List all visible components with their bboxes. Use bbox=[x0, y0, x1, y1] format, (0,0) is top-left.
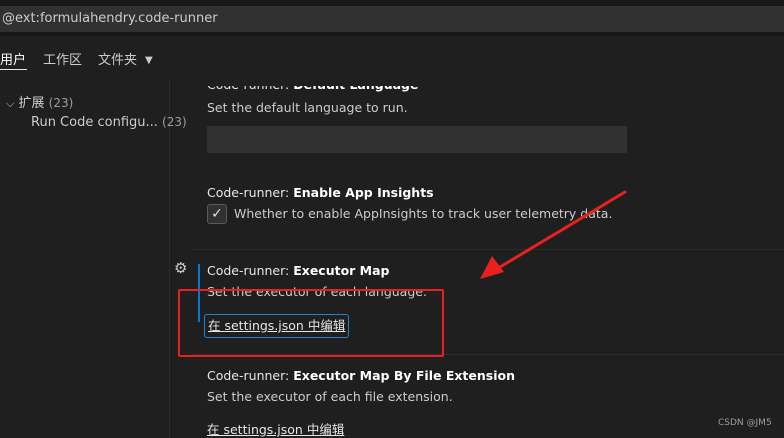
app-insights-checkbox[interactable]: ✓ bbox=[207, 204, 227, 224]
edit-in-settings-json-link[interactable]: 在 settings.json 中编辑 bbox=[207, 419, 344, 438]
toc-item-label: Run Code configu... bbox=[31, 115, 158, 130]
setting-description: Set the default language to run. bbox=[207, 100, 408, 115]
tab-user[interactable]: 用户 bbox=[0, 49, 26, 68]
settings-scope-tabs: 用户 工作区 文件夹 ▼ bbox=[0, 36, 784, 80]
toc-extensions-count: (23) bbox=[48, 96, 74, 110]
tab-folder-label: 文件夹 bbox=[98, 53, 138, 68]
default-language-input[interactable] bbox=[207, 126, 627, 153]
tab-folder[interactable]: 文件夹 ▼ bbox=[98, 49, 153, 68]
watermark: CSDN @JM5 bbox=[718, 418, 772, 428]
setting-description: Whether to enable AppInsights to track u… bbox=[234, 206, 613, 221]
setting-title-default-language: Code-runner: Default Language bbox=[207, 80, 419, 92]
active-tab-indicator bbox=[0, 69, 27, 70]
settings-list: Code-runner: Default Language Set the de… bbox=[171, 80, 784, 438]
setting-description: Set the executor of each file extension. bbox=[207, 389, 453, 404]
toc-extensions-label: 扩展 bbox=[18, 96, 45, 111]
chevron-down-icon: ⌵ bbox=[6, 97, 15, 110]
toc-item-run-code[interactable]: Run Code configu... (23) bbox=[31, 115, 187, 130]
settings-toc: ⌵ 扩展 (23) Run Code configu... (23) bbox=[0, 80, 187, 438]
setting-title-enable-app-insights: Code-runner: Enable App Insights bbox=[207, 185, 434, 200]
tab-workspace[interactable]: 工作区 bbox=[43, 49, 82, 68]
gear-icon[interactable]: ⚙ bbox=[174, 259, 187, 277]
setting-title-executor-map-by-file-extension: Code-runner: Executor Map By File Extens… bbox=[207, 368, 515, 383]
settings-search-input[interactable]: @ext:formulahendry.code-runner bbox=[0, 6, 784, 32]
toc-extensions-group[interactable]: ⌵ 扩展 (23) bbox=[6, 92, 73, 111]
annotation-highlight-box bbox=[178, 289, 444, 357]
title-bar: @ext:formulahendry.code-runner bbox=[0, 0, 784, 36]
setting-title-executor-map: Code-runner: Executor Map bbox=[207, 263, 390, 278]
chevron-down-icon[interactable]: ▼ bbox=[145, 55, 153, 66]
check-icon: ✓ bbox=[211, 206, 223, 222]
